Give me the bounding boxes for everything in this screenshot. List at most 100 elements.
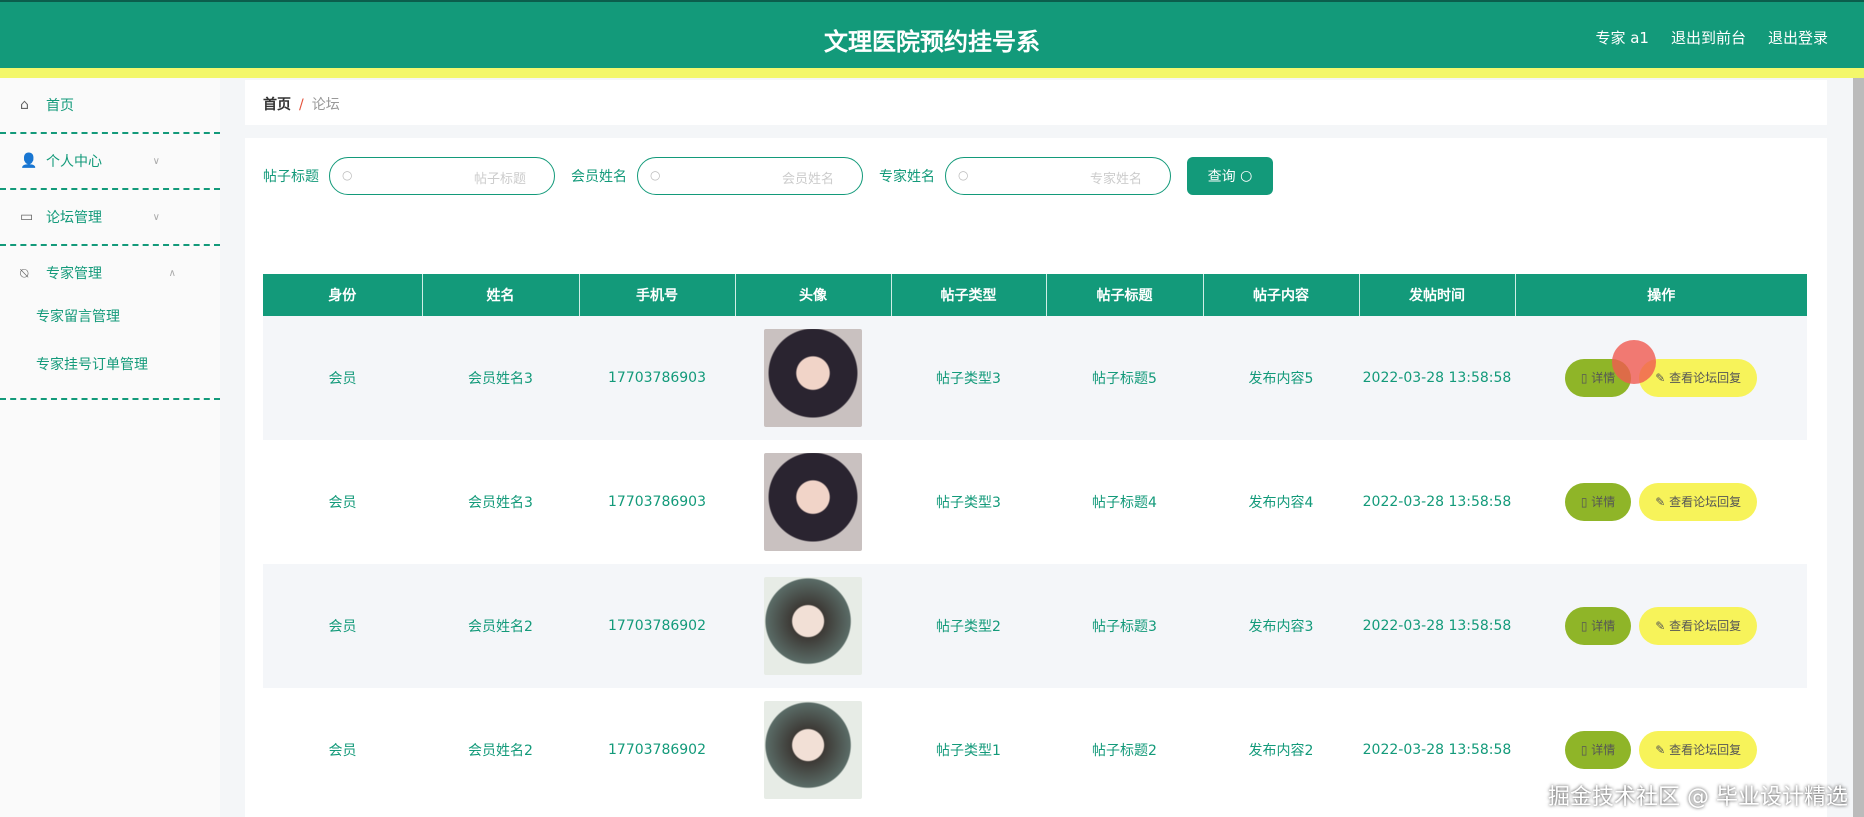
sidebar-item-home[interactable]: ⌂ 首页 [0,78,220,134]
cell-name: 会员姓名3 [422,316,579,440]
sidebar-item-label: 首页 [46,98,74,114]
cell-type: 帖子类型1 [891,688,1046,812]
sidebar-item-personal[interactable]: 👤 个人中心 ∨ [0,134,220,190]
cell-actions: ▯ 详情 ✎ 查看论坛回复 [1515,564,1807,688]
search-icon: ○ [958,168,969,182]
detail-label: 详情 [1591,619,1616,633]
cell-name: 会员姓名2 [422,688,579,812]
post-title-label: 帖子标题 [263,169,319,185]
cell-content: 发布内容4 [1203,440,1359,564]
detail-button[interactable]: ▯ 详情 [1564,607,1632,645]
expert-name-input[interactable]: ○ 专家姓名 [945,157,1171,195]
cell-role: 会员 [263,316,422,440]
chevron-up-icon: ∧ [168,268,176,279]
document-icon: ▯ [1580,743,1588,757]
cell-role: 会员 [263,688,422,812]
cell-title: 帖子标题2 [1046,688,1203,812]
detail-label: 详情 [1591,495,1616,509]
scrollbar[interactable] [1853,78,1864,817]
document-icon: ▯ [1580,619,1588,633]
sidebar-subitem-messages[interactable]: 专家留言管理 [36,302,220,350]
col-title: 帖子标题 [1046,274,1204,316]
reply-label: 查看论坛回复 [1669,495,1742,509]
content-panel: 帖子标题 ○ 帖子标题 会员姓名 ○ 会员姓名 专家姓名 ○ 专家姓名 查询 ○ 身份… [245,138,1827,817]
avatar [764,577,862,675]
cell-title: 帖子标题3 [1046,564,1203,688]
cell-phone: 17703786902 [579,564,735,688]
cell-avatar [735,440,891,564]
cell-actions: ▯ 详情 ✎ 查看论坛回复 [1515,440,1807,564]
edit-icon: ✎ [1655,743,1666,757]
app-title: 文理医院预约挂号系 [824,28,1040,56]
col-time: 发帖时间 [1359,274,1516,316]
cell-phone: 17703786903 [579,440,735,564]
member-name-label: 会员姓名 [571,169,627,185]
placeholder: 专家姓名 [1089,172,1142,187]
cell-time: 2022-03-28 13:58:58 [1359,440,1515,564]
current-user: 专家 a1 [1595,29,1649,47]
top-header: 文理医院预约挂号系 专家 a1 退出到前台 退出登录 [0,0,1864,68]
query-button[interactable]: 查询 ○ [1187,157,1273,195]
cell-avatar [735,688,891,812]
post-title-input[interactable]: ○ 帖子标题 [329,157,555,195]
sidebar-item-label: 专家管理 [46,266,102,282]
col-avatar: 头像 [735,274,892,316]
cell-name: 会员姓名2 [422,564,579,688]
placeholder: 会员姓名 [781,172,834,187]
cell-actions: ▯ 详情 ✎ 查看论坛回复 [1515,316,1807,440]
cell-time: 2022-03-28 13:58:58 [1359,564,1515,688]
cell-time: 2022-03-28 13:58:58 [1359,688,1515,812]
search-icon: ○ [1240,168,1253,184]
col-type: 帖子类型 [891,274,1047,316]
sidebar-item-expert[interactable]: ⍉ 专家管理 ∧ [20,246,220,302]
col-name: 姓名 [422,274,580,316]
breadcrumb-home[interactable]: 首页 [263,97,291,113]
breadcrumb-current: 论坛 [311,97,340,113]
expert-name-label: 专家姓名 [879,169,935,185]
view-replies-button[interactable]: ✎ 查看论坛回复 [1639,731,1758,769]
user-icon: 👤 [20,153,38,169]
cell-name: 会员姓名3 [422,440,579,564]
view-replies-button[interactable]: ✎ 查看论坛回复 [1639,483,1758,521]
cell-type: 帖子类型2 [891,564,1046,688]
cell-content: 发布内容3 [1203,564,1359,688]
search-icon: ○ [650,168,661,182]
reply-label: 查看论坛回复 [1669,619,1742,633]
member-name-input[interactable]: ○ 会员姓名 [637,157,863,195]
document-icon: ▯ [1580,371,1588,385]
col-role: 身份 [263,274,423,316]
query-label: 查询 [1207,169,1236,185]
bell-off-icon: ⍉ [20,266,29,282]
detail-button[interactable]: ▯ 详情 [1564,731,1632,769]
view-replies-button[interactable]: ✎ 查看论坛回复 [1639,607,1758,645]
col-actions: 操作 [1515,274,1807,316]
cell-role: 会员 [263,440,422,564]
cell-type: 帖子类型3 [891,440,1046,564]
col-phone: 手机号 [579,274,736,316]
sidebar-subitem-orders[interactable]: 专家挂号订单管理 [36,350,220,398]
detail-label: 详情 [1591,743,1616,757]
edit-icon: ✎ [1655,619,1666,633]
exit-to-front-link[interactable]: 退出到前台 [1671,27,1746,48]
breadcrumb: 首页 / 论坛 [245,80,1827,125]
reply-label: 查看论坛回复 [1669,371,1742,385]
view-replies-button[interactable]: ✎ 查看论坛回复 [1639,359,1758,397]
col-content: 帖子内容 [1203,274,1360,316]
cell-role: 会员 [263,564,422,688]
sidebar-item-label: 个人中心 [46,154,102,170]
logout-link[interactable]: 退出登录 [1768,27,1828,48]
watermark: 掘金技术社区 @ 毕业设计精选 [1548,785,1848,810]
table-row: 会员 会员姓名3 17703786903 帖子类型3 帖子标题4 发布内容4 2022-03… [263,440,1807,564]
edit-icon: ✎ [1655,371,1666,385]
sidebar-item-label: 论坛管理 [46,210,102,226]
edit-icon: ✎ [1655,495,1666,509]
cell-type: 帖子类型3 [891,316,1046,440]
avatar [764,329,862,427]
detail-button[interactable]: ▯ 详情 [1564,483,1632,521]
cell-phone: 17703786902 [579,688,735,812]
cell-content: 发布内容5 [1203,316,1359,440]
sidebar-item-forum[interactable]: ▭ 论坛管理 ∨ [0,190,220,246]
detail-label: 详情 [1591,371,1616,385]
scrollbar-thumb[interactable] [1853,78,1864,817]
table-row: 会员 会员姓名3 17703786903 帖子类型3 帖子标题5 发布内容5 2022-03… [263,316,1807,440]
